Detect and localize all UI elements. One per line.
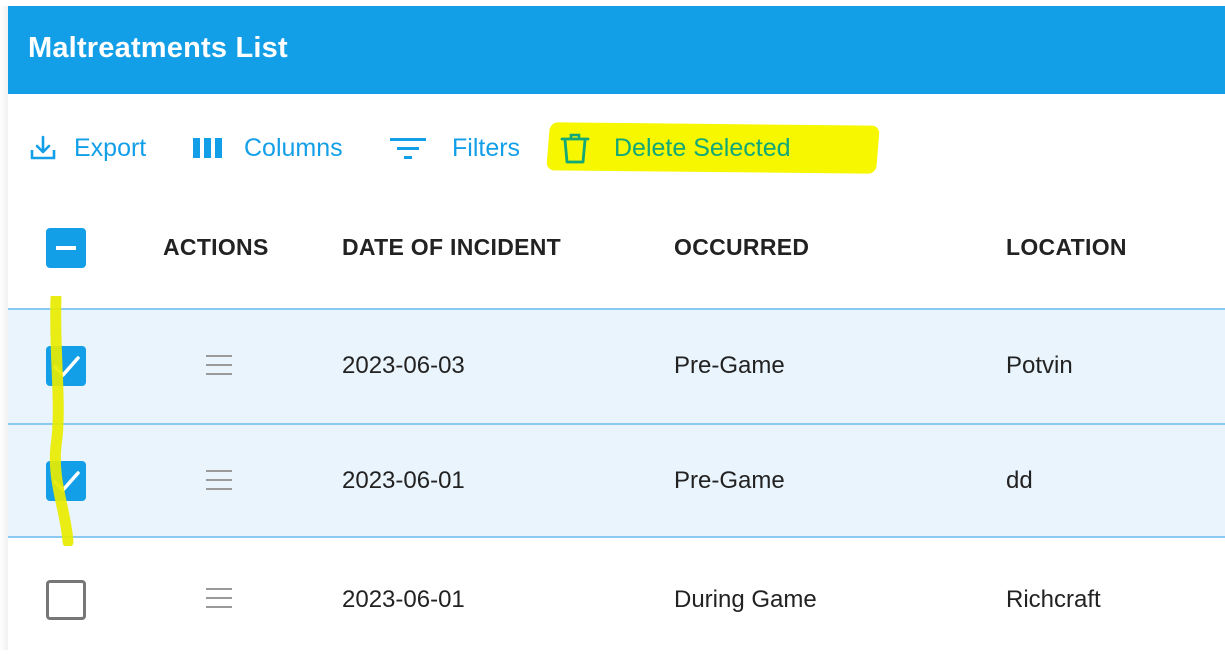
row-checkbox[interactable]: [46, 461, 86, 501]
menu-icon[interactable]: [206, 470, 232, 492]
delete-selected-label: Delete Selected: [614, 133, 791, 162]
column-header-location[interactable]: LOCATION: [1006, 234, 1127, 261]
cell-date: 2023-06-01: [342, 467, 465, 494]
table-row[interactable]: 2023-06-01 During Game Richcraft: [8, 540, 1225, 655]
cell-date: 2023-06-03: [342, 352, 465, 379]
columns-label: Columns: [244, 133, 343, 162]
page-title: Maltreatments List: [28, 32, 288, 64]
row-checkbox[interactable]: [46, 346, 86, 386]
trash-icon: [560, 132, 590, 164]
menu-icon[interactable]: [206, 355, 232, 377]
table-header: ACTIONS DATE OF INCIDENT OCCURRED LOCATI…: [8, 204, 1225, 308]
cell-occurred: Pre-Game: [674, 467, 785, 494]
table-row[interactable]: 2023-06-01 Pre-Game dd: [8, 423, 1225, 538]
columns-button[interactable]: Columns: [193, 130, 343, 166]
filters-label: Filters: [452, 133, 521, 162]
toolbar: Export Columns Filters Delete Selected: [8, 94, 1225, 204]
columns-icon: [193, 138, 223, 158]
column-header-date[interactable]: DATE OF INCIDENT: [342, 234, 561, 261]
row-divider: [8, 423, 1225, 425]
row-divider: [8, 536, 1225, 538]
check-icon: [53, 471, 80, 492]
cell-location: Richcraft: [1006, 586, 1101, 613]
list-header: Maltreatments List: [8, 6, 1225, 94]
cell-location: dd: [1006, 467, 1033, 494]
delete-selected-button[interactable]: Delete Selected: [560, 130, 791, 166]
cell-occurred: Pre-Game: [674, 352, 785, 379]
download-icon: [30, 135, 56, 161]
table-row[interactable]: 2023-06-03 Pre-Game Potvin: [8, 308, 1225, 423]
cell-occurred: During Game: [674, 586, 817, 613]
check-icon: [53, 356, 80, 377]
row-divider: [8, 308, 1225, 310]
column-header-occurred[interactable]: OCCURRED: [674, 234, 809, 261]
left-edge-shadow: [0, 6, 8, 650]
row-checkbox[interactable]: [46, 580, 86, 620]
menu-icon[interactable]: [206, 588, 232, 610]
cell-date: 2023-06-01: [342, 586, 465, 613]
select-all-checkbox[interactable]: [46, 228, 86, 268]
export-button[interactable]: Export: [30, 130, 146, 166]
filters-button[interactable]: Filters: [390, 130, 520, 166]
export-label: Export: [74, 133, 147, 162]
indeterminate-icon: [56, 246, 76, 250]
cell-location: Potvin: [1006, 352, 1073, 379]
filter-icon: [390, 136, 426, 160]
column-header-actions: ACTIONS: [163, 234, 269, 260]
